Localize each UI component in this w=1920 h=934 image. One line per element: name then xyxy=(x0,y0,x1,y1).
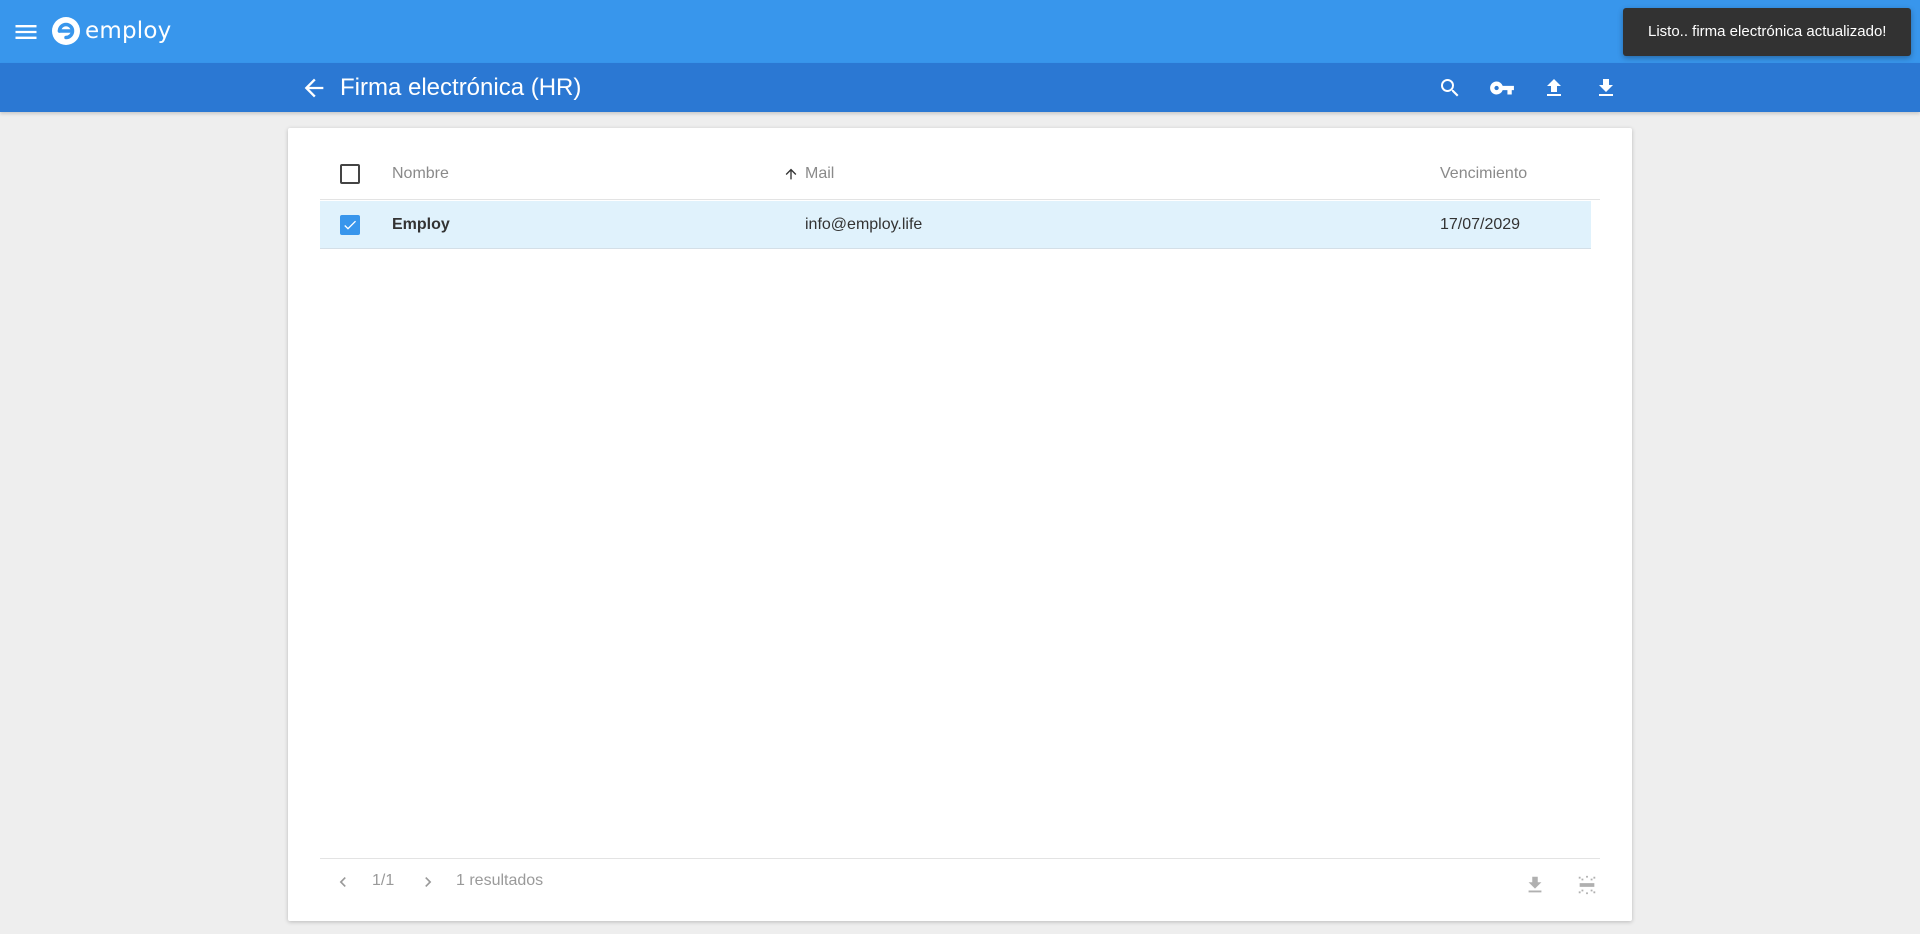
column-header-expiry[interactable]: Vencimiento xyxy=(1440,148,1527,200)
next-page-icon[interactable] xyxy=(415,869,441,895)
page-toolbar: Firma electrónica (HR) xyxy=(0,63,1920,112)
back-arrow-icon[interactable] xyxy=(300,74,328,102)
search-icon[interactable] xyxy=(1435,73,1465,103)
select-all-checkbox[interactable] xyxy=(340,164,360,184)
density-toggle-icon[interactable] xyxy=(1573,871,1601,899)
results-count: 1 resultados xyxy=(456,872,544,889)
row-checkbox[interactable] xyxy=(340,215,360,235)
table-header: Nombre Mail Vencimiento xyxy=(320,148,1600,200)
column-header-name[interactable]: Nombre xyxy=(392,148,449,200)
brand-logo[interactable]: employ xyxy=(51,14,171,48)
cell-expiry: 17/07/2029 xyxy=(1440,216,1521,233)
page-indicator: 1/1 xyxy=(372,872,395,889)
snackbar-message: Listo.. firma electrónica actualizado! xyxy=(1623,8,1911,56)
upload-icon[interactable] xyxy=(1539,73,1569,103)
employ-logo-icon xyxy=(52,17,80,45)
page-title: Firma electrónica (HR) xyxy=(340,74,582,101)
menu-icon[interactable] xyxy=(12,18,40,46)
table-row[interactable]: Employ info@employ.life 17/07/2029 xyxy=(320,201,1591,249)
sort-ascending-icon[interactable] xyxy=(783,166,799,182)
checkmark-icon xyxy=(344,220,356,230)
results-card: Nombre Mail Vencimiento Employ info@empl… xyxy=(288,128,1632,921)
export-download-icon[interactable] xyxy=(1521,871,1549,899)
previous-page-icon[interactable] xyxy=(330,869,356,895)
cell-name: Employ xyxy=(392,216,450,233)
column-header-mail[interactable]: Mail xyxy=(805,148,834,200)
cell-mail: info@employ.life xyxy=(805,216,923,233)
download-icon[interactable] xyxy=(1591,73,1621,103)
table-footer: 1/1 1 resultados xyxy=(320,858,1600,914)
key-icon[interactable] xyxy=(1487,73,1517,103)
brand-name: employ xyxy=(85,18,172,44)
